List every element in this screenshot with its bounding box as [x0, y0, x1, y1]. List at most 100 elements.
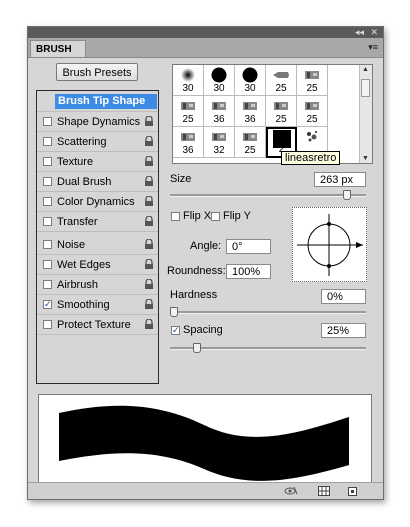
option-label[interactable]: Wet Edges	[57, 259, 111, 271]
option-checkbox[interactable]	[43, 280, 52, 289]
option-label[interactable]: Brush Tip Shape	[55, 94, 157, 109]
brush-tip-thumb[interactable]: 25	[297, 65, 328, 96]
brush-tip-thumb[interactable]: 30	[204, 65, 235, 96]
option-checkbox[interactable]	[43, 177, 52, 186]
brush-tip-thumb[interactable]: 25	[266, 65, 297, 96]
grid-icon[interactable]	[318, 486, 330, 496]
size-slider-handle[interactable]	[342, 190, 351, 200]
hardness-field[interactable]: 0%	[321, 289, 366, 304]
brush-tip-thumb[interactable]: 25	[235, 127, 266, 158]
option-checkbox[interactable]	[43, 157, 52, 166]
option-label[interactable]: Dual Brush	[57, 176, 111, 188]
lock-icon[interactable]	[144, 259, 154, 269]
brush-tip-thumb[interactable]: 36	[235, 96, 266, 127]
option-label[interactable]: Scattering	[57, 136, 107, 148]
brush-tip-thumb[interactable]: 36	[173, 127, 204, 158]
lock-icon[interactable]	[144, 116, 154, 126]
brush-tip-thumb[interactable]: 36	[204, 96, 235, 127]
option-row-texture[interactable]: Texture	[37, 152, 158, 172]
flip-x-checkbox[interactable]	[171, 212, 180, 221]
size-slider-track[interactable]	[170, 194, 366, 197]
hardness-slider-handle[interactable]	[170, 307, 178, 317]
option-row-shape-dynamics[interactable]: Shape Dynamics	[37, 112, 158, 132]
hard-round-brush-icon	[235, 67, 265, 83]
lock-icon[interactable]	[144, 299, 154, 309]
splatter-brush-icon	[297, 129, 327, 145]
option-checkbox[interactable]	[43, 137, 52, 146]
chalk-brush-icon	[266, 67, 296, 83]
spacing-label: Spacing	[183, 324, 223, 336]
angle-roundness-widget[interactable]	[292, 207, 367, 282]
option-label[interactable]: Shape Dynamics	[57, 116, 140, 128]
lock-icon[interactable]	[144, 176, 154, 186]
option-checkbox[interactable]	[43, 117, 52, 126]
option-label[interactable]: Noise	[57, 239, 85, 251]
scroll-thumb[interactable]	[361, 79, 370, 97]
option-label[interactable]: Airbrush	[57, 279, 98, 291]
brush-size-label: 36	[213, 114, 225, 125]
spacing-field[interactable]: 25%	[321, 323, 366, 338]
flip-y-label: Flip Y	[223, 210, 251, 222]
textured-brush-icon	[204, 129, 234, 145]
brush-tip-thumb[interactable]: 25	[297, 96, 328, 127]
option-row-smoothing[interactable]: ✓ Smoothing	[37, 295, 158, 315]
grid-scrollbar[interactable]: ▲ ▼	[359, 65, 372, 163]
lock-icon[interactable]	[144, 196, 154, 206]
textured-brush-icon	[297, 98, 327, 114]
option-checkbox[interactable]	[43, 197, 52, 206]
brush-tip-thumb[interactable]: 30	[235, 65, 266, 96]
tab-brush[interactable]: BRUSH	[30, 40, 86, 57]
scroll-down-icon[interactable]: ▼	[362, 155, 369, 162]
brush-tip-thumb[interactable]: 30	[173, 65, 204, 96]
option-label[interactable]: Transfer	[57, 216, 98, 228]
brush-panel: ◂◂ ✕ BRUSH ▾≡ Brush Presets Brush Tip Sh…	[27, 26, 384, 500]
lock-icon[interactable]	[144, 239, 154, 249]
textured-brush-icon	[173, 129, 203, 145]
option-row-noise[interactable]: Noise	[37, 235, 158, 255]
option-label[interactable]: Smoothing	[57, 299, 110, 311]
brush-size-label: 25	[244, 145, 256, 156]
option-checkbox[interactable]: ✓	[43, 300, 52, 309]
option-label[interactable]: Color Dynamics	[57, 196, 135, 208]
lock-icon[interactable]	[144, 279, 154, 289]
option-checkbox[interactable]	[43, 260, 52, 269]
brush-tip-thumb[interactable]: 25	[266, 96, 297, 127]
option-checkbox[interactable]	[43, 320, 52, 329]
option-row-transfer[interactable]: Transfer	[37, 212, 158, 232]
lock-icon[interactable]	[144, 319, 154, 329]
panel-menu-icon[interactable]: ▾≡	[368, 42, 378, 53]
roundness-field[interactable]: 100%	[226, 264, 271, 279]
lock-icon[interactable]	[144, 216, 154, 226]
brush-presets-button[interactable]: Brush Presets	[56, 63, 138, 81]
option-label[interactable]: Texture	[57, 156, 93, 168]
new-preset-icon[interactable]	[347, 486, 359, 496]
eye-brush-icon[interactable]	[284, 486, 298, 496]
option-row-wet-edges[interactable]: Wet Edges	[37, 255, 158, 275]
option-row-protect-texture[interactable]: Protect Texture	[37, 315, 158, 335]
textured-brush-icon	[297, 67, 327, 83]
option-row-color-dynamics[interactable]: Color Dynamics	[37, 192, 158, 212]
option-row-dual-brush[interactable]: Dual Brush	[37, 172, 158, 192]
brush-size-label: 32	[213, 145, 225, 156]
option-row-airbrush[interactable]: Airbrush	[37, 275, 158, 295]
option-checkbox[interactable]	[43, 240, 52, 249]
option-row-brush-tip-shape[interactable]: Brush Tip Shape	[37, 92, 158, 112]
spacing-slider-handle[interactable]	[192, 343, 201, 353]
scroll-up-icon[interactable]: ▲	[362, 66, 369, 73]
brush-tip-thumb[interactable]: 32	[204, 127, 235, 158]
option-checkbox[interactable]	[43, 217, 52, 226]
size-field[interactable]: 263 px	[314, 172, 366, 187]
flip-y-checkbox[interactable]	[211, 212, 220, 221]
spacing-checkbox[interactable]: ✓	[171, 326, 180, 335]
lock-icon[interactable]	[144, 136, 154, 146]
option-row-scattering[interactable]: Scattering	[37, 132, 158, 152]
double-chevron-icon[interactable]: ◂◂	[355, 27, 364, 38]
brush-tip-thumb[interactable]: 25	[173, 96, 204, 127]
angle-field[interactable]: 0°	[226, 239, 271, 254]
close-icon[interactable]: ✕	[370, 27, 378, 38]
textured-brush-icon	[204, 98, 234, 114]
option-label[interactable]: Protect Texture	[57, 319, 131, 331]
hard-round-brush-icon	[204, 67, 234, 83]
hardness-slider-track[interactable]	[170, 311, 366, 314]
lock-icon[interactable]	[144, 156, 154, 166]
